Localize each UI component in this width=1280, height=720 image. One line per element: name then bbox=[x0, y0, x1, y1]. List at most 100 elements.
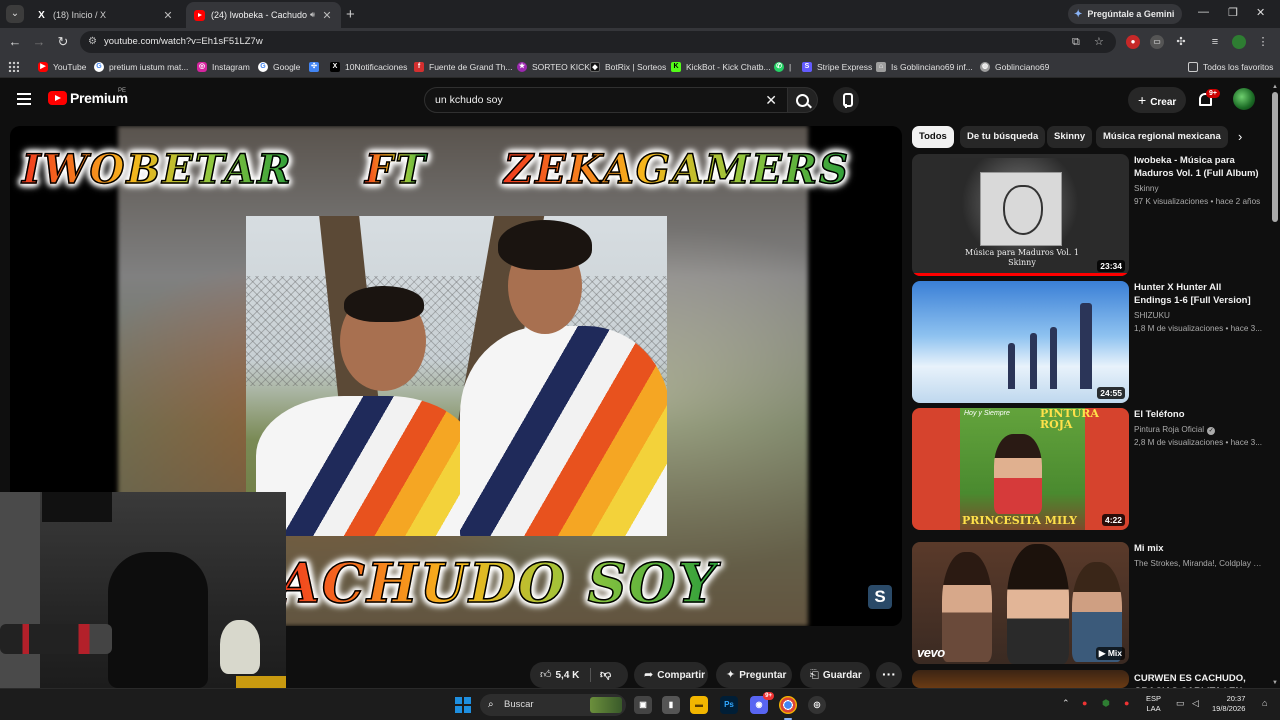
youtube-logo-icon[interactable] bbox=[48, 91, 67, 105]
bookmark-star-icon[interactable]: ☆ bbox=[1094, 31, 1104, 53]
bookmark-goblinciano[interactable]: ◍ Goblinciano69 bbox=[980, 59, 1049, 75]
menu-kebab-icon[interactable]: ⋮ bbox=[1256, 35, 1270, 49]
extensions-puzzle-icon[interactable]: ✣ bbox=[1174, 35, 1188, 49]
chip-de-tu-busqueda[interactable]: De tu búsqueda bbox=[960, 126, 1046, 148]
address-bar[interactable]: ⚙︎ youtube.com/watch?v=Eh1sF51LZ7w ⧉ ☆ bbox=[80, 31, 1116, 53]
bookmark-goblinciano-inf[interactable]: ⌂ Is Goblinciano69 inf... bbox=[876, 59, 973, 75]
discord-icon[interactable]: ◉ 9+ bbox=[750, 692, 774, 714]
bookmark-botrix[interactable]: ◆ BotRix | Sorteos bbox=[590, 59, 666, 75]
minimize-button[interactable]: — bbox=[1198, 6, 1209, 18]
tab-x-home[interactable]: X (18) Inicio / X ✕ bbox=[28, 2, 182, 28]
bookmark-stripe[interactable]: S Stripe Express bbox=[802, 59, 872, 75]
chip-musica-regional[interactable]: Música regional mexicana bbox=[1096, 126, 1228, 148]
bookmark-youtube[interactable]: ▶ YouTube bbox=[38, 59, 86, 75]
close-icon[interactable]: ✕ bbox=[162, 9, 174, 22]
file-explorer-icon[interactable]: ▬ bbox=[690, 696, 708, 714]
tab-youtube-video[interactable]: (24) Iwobeka - Cachudo Soy 🔊︎ ✕ bbox=[186, 2, 341, 28]
windows-start-icon[interactable] bbox=[455, 697, 471, 713]
task-view-icon[interactable]: ▣ bbox=[634, 696, 652, 714]
video-thumbnail[interactable]: Hoy y Siempre PINTURA ROJA PRINCESITA MI… bbox=[912, 408, 1129, 530]
reading-list-icon[interactable]: ≡ bbox=[1208, 35, 1222, 49]
video-thumbnail[interactable] bbox=[912, 670, 1129, 688]
chrome-icon[interactable] bbox=[779, 696, 797, 720]
back-button[interactable]: ← bbox=[7, 34, 23, 49]
video-title[interactable]: Iwobeka - Música para Maduros Vol. 1 (Fu… bbox=[1134, 154, 1260, 180]
like-button[interactable]: 👍︎ 5,4 K bbox=[530, 669, 579, 681]
recommendation-item[interactable]: Hoy y Siempre PINTURA ROJA PRINCESITA MI… bbox=[912, 408, 1264, 530]
network-icon[interactable]: ▭ bbox=[1176, 698, 1185, 709]
scroll-up-arrow-icon[interactable]: ▲ bbox=[1272, 84, 1278, 90]
recommendation-item[interactable]: vevo ▶ Mix Mi mix The Strokes, Miranda!,… bbox=[912, 542, 1264, 664]
ask-gemini-button[interactable]: ✦ Pregúntale a Gemini bbox=[1068, 4, 1183, 24]
scroll-down-arrow-icon[interactable]: ▼ bbox=[1272, 680, 1278, 686]
search-button[interactable] bbox=[788, 87, 818, 113]
account-avatar[interactable] bbox=[1233, 88, 1255, 110]
volume-icon[interactable]: ◁ bbox=[1192, 698, 1199, 709]
language-indicator[interactable]: ESP LAA bbox=[1146, 694, 1161, 714]
apps-grid-icon[interactable] bbox=[8, 61, 19, 72]
video-thumbnail[interactable]: Música para Maduros Vol. 1 Skinny 23:34 bbox=[912, 154, 1129, 276]
ask-button[interactable]: ✦ Preguntar bbox=[716, 662, 792, 688]
channel-name[interactable]: Skinny bbox=[1134, 184, 1159, 193]
chip-skinny[interactable]: Skinny bbox=[1047, 126, 1093, 148]
chip-todos[interactable]: Todos bbox=[912, 126, 954, 148]
chevron-right-icon[interactable]: › bbox=[1238, 129, 1242, 144]
channel-name[interactable]: SHIZUKU bbox=[1134, 311, 1170, 320]
reload-button[interactable]: ↻ bbox=[55, 34, 71, 50]
speaker-icon[interactable]: 🔊︎ bbox=[310, 10, 315, 20]
search-input[interactable]: un kchudo soy ✕ bbox=[424, 87, 788, 113]
bookmark-whatsapp[interactable]: ✆ | bbox=[774, 59, 791, 75]
channel-watermark[interactable]: S bbox=[868, 585, 892, 609]
profile-avatar[interactable] bbox=[1232, 35, 1246, 49]
recommendation-item[interactable]: 24:55 Hunter X Hunter All Endings 1-6 [F… bbox=[912, 281, 1264, 403]
notification-center-icon[interactable]: ⌂ bbox=[1262, 698, 1267, 708]
video-thumbnail[interactable]: 24:55 bbox=[912, 281, 1129, 403]
create-button[interactable]: + Crear bbox=[1128, 87, 1186, 113]
bookmark-instagram[interactable]: ◎ Instagram bbox=[197, 59, 250, 75]
photoshop-icon[interactable]: Ps bbox=[720, 696, 738, 714]
share-button[interactable]: ➦ Compartir bbox=[634, 662, 708, 688]
video-thumbnail[interactable]: vevo ▶ Mix bbox=[912, 542, 1129, 664]
bookmark-google[interactable]: G Google bbox=[258, 59, 300, 75]
dislike-button[interactable]: 👎︎ bbox=[600, 662, 611, 688]
taskbar-search-box[interactable]: ⌕ Buscar bbox=[480, 694, 626, 716]
all-bookmarks-folder[interactable]: Todos los favoritos bbox=[1188, 59, 1273, 75]
window-close-button[interactable]: ✕ bbox=[1256, 6, 1265, 19]
video-title[interactable]: CURWEN ES CACHUDO, GRACIAS CARLITA | EN … bbox=[1134, 672, 1260, 688]
video-title[interactable]: El Teléfono bbox=[1134, 408, 1260, 421]
voice-search-icon[interactable] bbox=[833, 87, 859, 113]
tray-shield-icon[interactable]: ⬢ bbox=[1102, 698, 1110, 709]
new-tab-button[interactable]: + bbox=[346, 6, 355, 23]
hamburger-menu-icon[interactable] bbox=[17, 93, 31, 105]
video-title[interactable]: Mi mix bbox=[1134, 542, 1260, 555]
clear-search-icon[interactable]: ✕ bbox=[765, 88, 777, 112]
extension-red-icon[interactable]: ● bbox=[1126, 35, 1140, 49]
bookmark-sorteo-kick[interactable]: ★ SORTEO KICK bbox=[517, 59, 590, 75]
video-title[interactable]: Hunter X Hunter All Endings 1-6 [Full Ve… bbox=[1134, 281, 1260, 307]
tab-search-button[interactable]: ⌄ bbox=[6, 5, 24, 23]
page-scrollbar[interactable]: ▲ ▼ bbox=[1270, 78, 1280, 688]
app-icon[interactable]: ▮ bbox=[662, 696, 680, 714]
site-info-icon[interactable]: ⚙︎ bbox=[88, 31, 97, 53]
cast-icon[interactable]: ⧉ bbox=[1072, 31, 1080, 53]
save-button[interactable]: ⎗ Guardar bbox=[800, 662, 870, 688]
more-actions-icon[interactable]: ··· bbox=[876, 662, 902, 688]
bookmark-notificaciones[interactable]: X 10Notificaciones bbox=[330, 59, 407, 75]
bookmark-fuente[interactable]: f Fuente de Grand Th... bbox=[414, 59, 512, 75]
tray-chevron-up-icon[interactable]: ⌃ bbox=[1062, 698, 1070, 709]
obs-icon[interactable]: ◎ bbox=[808, 696, 826, 714]
bookmark-pretium[interactable]: Gpretium iustum mat... bbox=[94, 59, 188, 75]
forward-button[interactable]: → bbox=[31, 34, 47, 49]
bookmark-puzzle[interactable]: ✣ bbox=[309, 59, 324, 75]
channel-name[interactable]: Pintura Roja Oficial ✓ bbox=[1134, 425, 1216, 435]
scroll-thumb[interactable] bbox=[1272, 92, 1278, 222]
close-icon[interactable]: ✕ bbox=[321, 9, 333, 22]
tray-mic-icon[interactable]: ● bbox=[1124, 698, 1129, 708]
bookmark-kickbot[interactable]: K KickBot - Kick Chatb... bbox=[671, 59, 771, 75]
recommendation-item[interactable]: CURWEN ES CACHUDO, GRACIAS CARLITA | EN … bbox=[912, 670, 1264, 688]
recommendation-item[interactable]: Música para Maduros Vol. 1 Skinny 23:34 … bbox=[912, 154, 1264, 276]
tray-record-icon[interactable]: ● bbox=[1082, 698, 1087, 708]
system-clock[interactable]: 20:37 19/8/2026 bbox=[1212, 694, 1245, 714]
maximize-button[interactable]: ❐ bbox=[1228, 6, 1238, 19]
channel-name[interactable]: The Strokes, Miranda!, Coldplay y ... bbox=[1134, 559, 1264, 568]
